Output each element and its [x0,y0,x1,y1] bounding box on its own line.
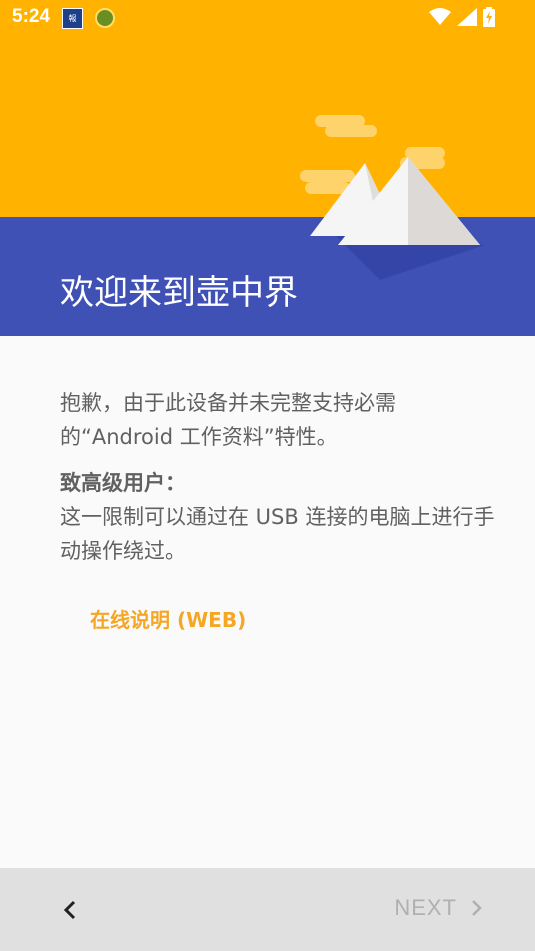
chevron-right-icon [472,900,482,916]
game-app-icon [95,8,115,28]
next-button-label: NEXT [394,895,457,920]
bottom-navigation-bar: NEXT [0,868,535,951]
online-help-link[interactable]: 在线说明 (WEB) [90,604,246,633]
system-icons [429,7,495,27]
mountains-illustration [300,115,485,280]
status-bar: 5:24 報 [0,0,535,36]
wifi-icon [429,8,451,25]
advanced-users-heading: 致高级用户： [60,471,186,495]
news-app-icon: 報 [62,8,83,29]
page-title: 欢迎来到壶中界 [60,273,298,313]
chevron-left-icon [63,900,76,920]
advanced-users-message: 这一限制可以通过在 USB 连接的电脑上进行手动操作绕过。 [60,505,495,563]
battery-charging-icon [483,7,495,27]
content-body: 抱歉，由于此设备并未完整支持必需的“Android 工作资料”特性。 致高级用户… [60,386,500,580]
signal-icon [457,8,477,26]
back-button[interactable] [50,890,90,930]
unsupported-message: 抱歉，由于此设备并未完整支持必需的“Android 工作资料”特性。 [60,391,396,449]
next-button[interactable]: NEXT [394,895,483,921]
status-time: 5:24 [12,6,51,27]
